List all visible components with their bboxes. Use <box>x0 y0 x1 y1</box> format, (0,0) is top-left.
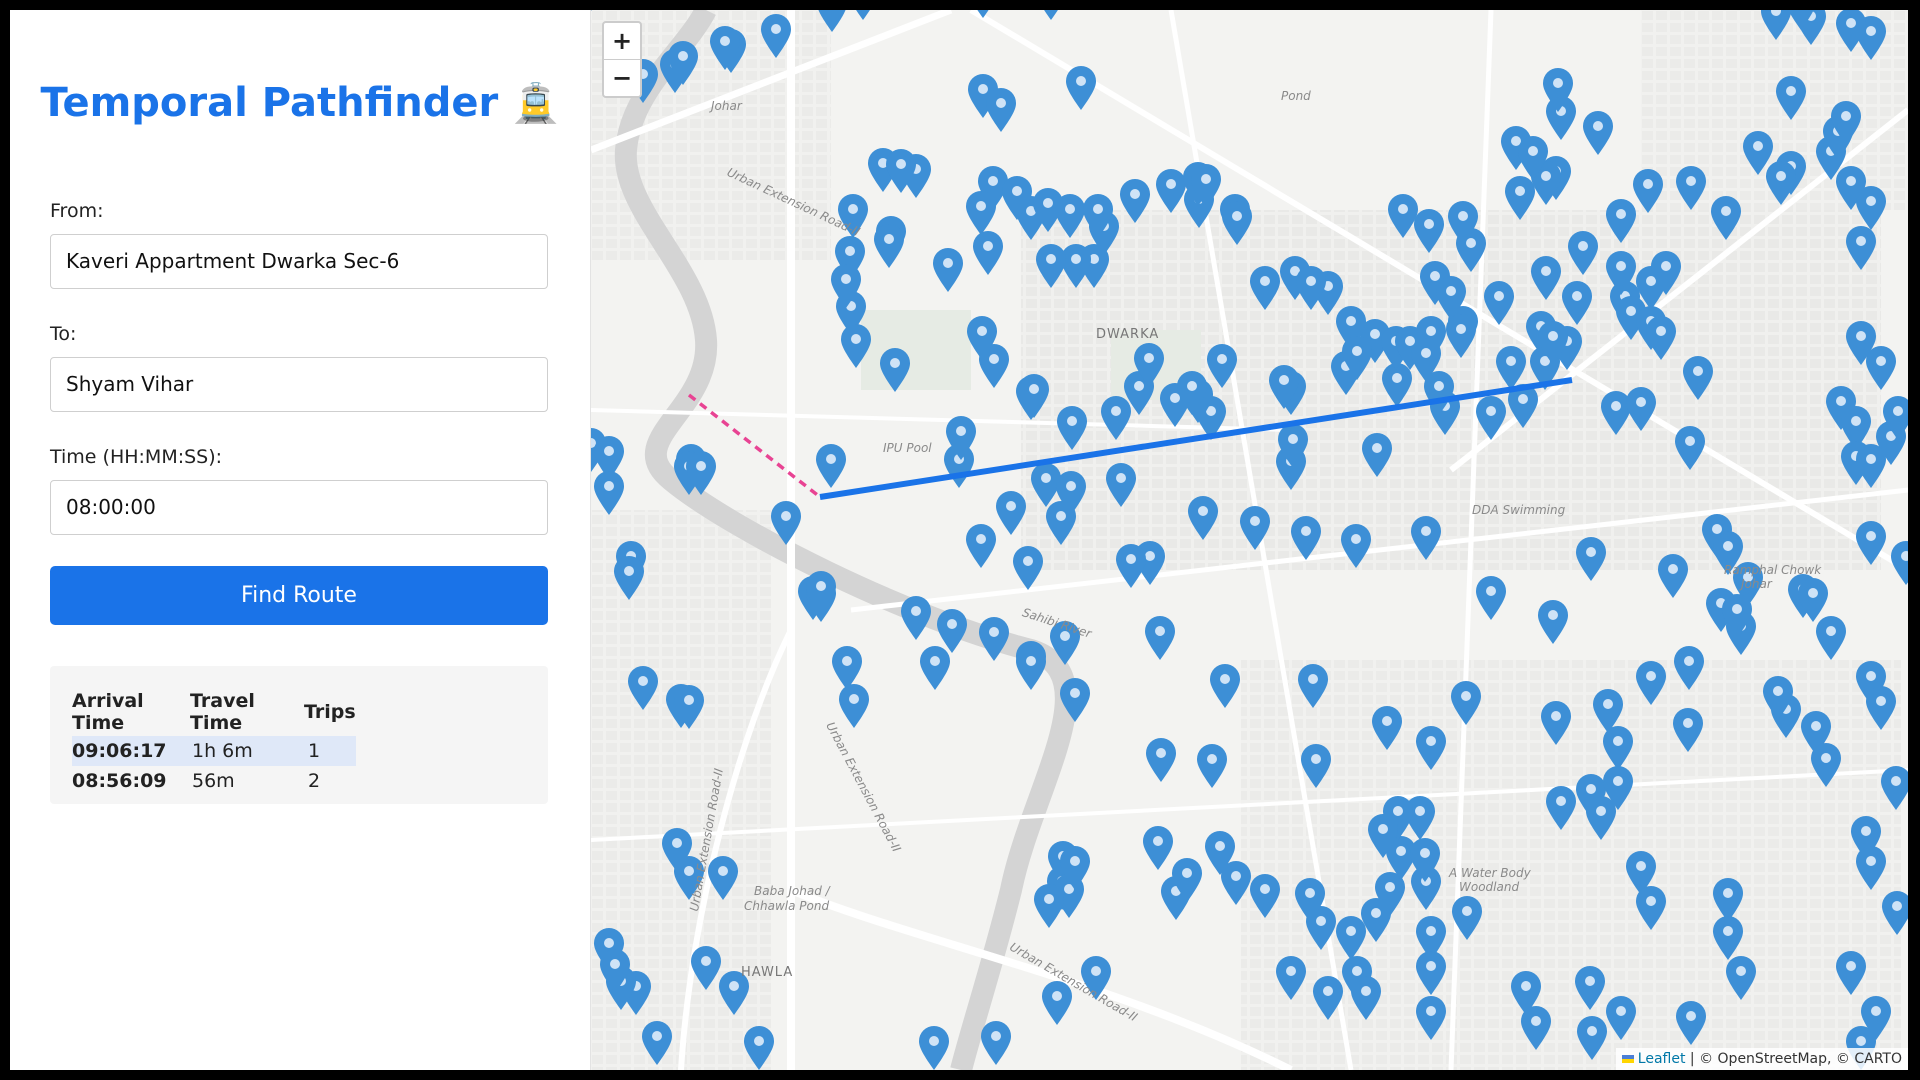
ukraine-flag-icon <box>1621 1055 1634 1063</box>
time-input[interactable]: 08:00:00 <box>50 480 548 535</box>
sidebar: Temporal Pathfinder 🚊 From: Kaveri Appart… <box>10 10 591 1070</box>
map-label-water-body: A Water Body <box>1449 866 1531 880</box>
from-input[interactable]: Kaveri Appartment Dwarka Sec-6 <box>50 234 548 289</box>
header-arrival-time: Arrival Time <box>72 690 144 734</box>
results-table: Arrival Time Travel Time Trips 09:06:17 … <box>72 688 356 796</box>
header-travel-time: Travel Time <box>190 690 255 734</box>
arrival-time-cell: 09:06:17 <box>72 736 190 766</box>
map[interactable]: DWARKA IPU Pool DDA Swimming Ramphal Cho… <box>591 10 1908 1070</box>
map-label-chhawla-pond: Chhawla Pond <box>744 899 830 913</box>
table-row[interactable]: 08:56:09 56m 2 <box>72 766 356 796</box>
app-window: Temporal Pathfinder 🚊 From: Kaveri Appart… <box>10 10 1908 1070</box>
attribution-text: | © OpenStreetMap, © CARTO <box>1689 1051 1902 1067</box>
results-panel: Arrival Time Travel Time Trips 09:06:17 … <box>50 666 548 804</box>
arrival-time-cell: 08:56:09 <box>72 770 167 792</box>
map-label-ramphal-chowk: Ramphal Chowk <box>1724 563 1822 577</box>
map-label-johar-2: Johar <box>711 99 742 113</box>
tram-icon: 🚊 <box>512 81 560 125</box>
map-label-chhawla: HAWLA <box>741 965 794 980</box>
travel-time-cell: 56m <box>192 770 235 792</box>
map-label-pond: Pond <box>1281 89 1311 103</box>
map-attribution: Leaflet | © OpenStreetMap, © CARTO <box>1615 1048 1908 1070</box>
page-title: Temporal Pathfinder 🚊 <box>10 80 590 126</box>
zoom-out-button[interactable]: − <box>604 59 640 96</box>
map-label-baba-johad: Baba Johad / <box>754 884 830 898</box>
map-label-johar: Johar <box>1741 577 1772 591</box>
from-label: From: <box>50 200 104 222</box>
map-label-dda-swimming: DDA Swimming <box>1472 503 1566 517</box>
leaflet-link[interactable]: Leaflet <box>1638 1051 1686 1067</box>
trips-cell: 1 <box>304 736 356 766</box>
find-route-button[interactable]: Find Route <box>50 566 548 625</box>
travel-time-cell: 1h 6m <box>190 736 304 766</box>
results-header-row: Arrival Time Travel Time Trips <box>72 688 356 736</box>
table-row[interactable]: 09:06:17 1h 6m 1 <box>72 736 356 766</box>
header-trips: Trips <box>304 701 356 723</box>
zoom-in-button[interactable]: + <box>604 23 640 59</box>
time-label: Time (HH:MM:SS): <box>50 446 223 468</box>
to-input[interactable]: Shyam Vihar <box>50 357 548 412</box>
map-label-dwarka: DWARKA <box>1096 327 1160 342</box>
app-title: Temporal Pathfinder <box>40 80 499 126</box>
map-label-woodland: Woodland <box>1459 880 1520 894</box>
to-label: To: <box>50 323 77 345</box>
trips-cell: 2 <box>308 770 321 792</box>
map-label-ipu-pool: IPU Pool <box>883 441 932 455</box>
zoom-control: + − <box>602 21 642 98</box>
